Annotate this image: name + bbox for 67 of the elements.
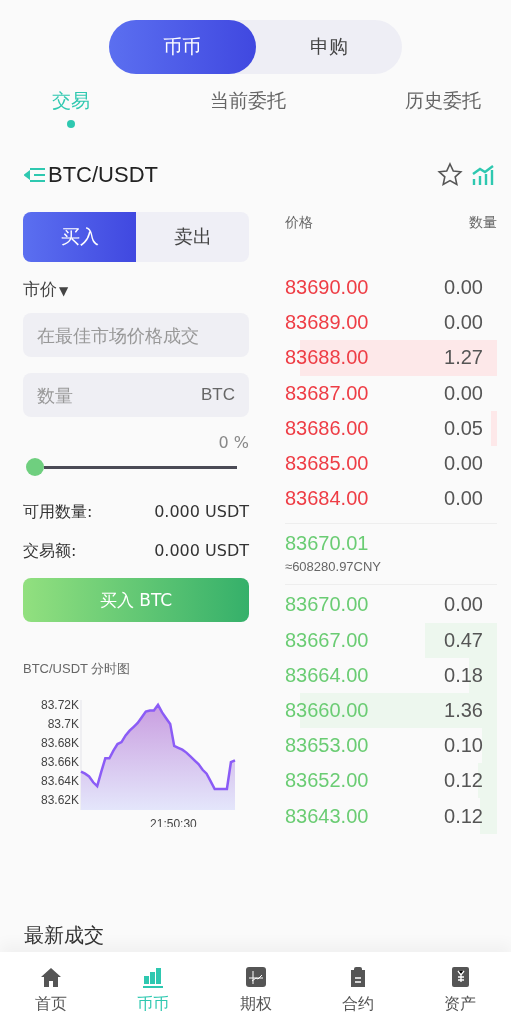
- bid-price: 83670.00: [285, 593, 369, 617]
- slider-thumb[interactable]: [26, 458, 44, 476]
- y-tick-label: 83.72K: [40, 697, 79, 712]
- y-tick-label: 83.66K: [40, 755, 79, 770]
- bid-price: 83643.00: [285, 804, 369, 828]
- active-dot: [67, 120, 75, 128]
- bid-amount: 0.10: [444, 734, 484, 758]
- bid-amount: 0.12: [444, 804, 484, 828]
- unit-label: BTC: [201, 385, 235, 405]
- info-value: 0.000 USDT: [154, 502, 249, 523]
- side-tab[interactable]: 卖出: [136, 212, 249, 262]
- ask-price: 83686.00: [285, 416, 369, 440]
- bar-chart-icon[interactable]: [471, 164, 495, 186]
- tab[interactable]: 当前委托: [209, 86, 286, 114]
- bid-price: 83667.00: [285, 628, 369, 652]
- slider-reading: 0 %: [218, 433, 249, 452]
- pair-title: BTC/USDT: [48, 162, 158, 188]
- ask-price: 83685.00: [285, 452, 369, 476]
- tab-bar-item[interactable]: 资产: [408, 952, 511, 1024]
- bid-price: 83660.00: [285, 698, 369, 722]
- ask-amount: 0.00: [444, 311, 484, 335]
- bid-price: 83652.00: [285, 769, 369, 793]
- y-tick-label: 83.7K: [47, 716, 79, 731]
- section-title: 最新成交: [24, 922, 104, 949]
- house-icon: [40, 966, 63, 988]
- tab-bar-item[interactable]: 合约: [306, 952, 409, 1024]
- order-type-dropdown[interactable]: 市价▼: [23, 278, 69, 301]
- bar-chart-icon: [142, 966, 165, 988]
- info-value: 0.000 USDT: [154, 541, 249, 562]
- y-tick-label: 83.64K: [40, 774, 79, 789]
- info-label: 可用数量:: [23, 502, 93, 523]
- y-tick-label: 83.62K: [40, 793, 79, 808]
- ask-price: 83688.00: [285, 346, 369, 370]
- ask-amount: 0.00: [444, 381, 484, 405]
- side-tab[interactable]: 买入: [23, 212, 136, 262]
- bid-amount: 0.00: [444, 593, 484, 617]
- ask-amount: 0.00: [444, 452, 484, 476]
- chart-icon: [244, 966, 267, 988]
- bid-amount: 0.12: [444, 769, 484, 793]
- last-price: 83670.01: [285, 532, 370, 556]
- mode-tab[interactable]: 币币: [109, 20, 256, 74]
- ask-amount: 0.05: [444, 416, 484, 440]
- last-price-cny: ≈608280.97CNY: [285, 559, 383, 575]
- bid-amount: 0.47: [444, 628, 484, 652]
- ask-amount: 0.00: [444, 487, 484, 511]
- ask-amount: 0.00: [444, 276, 484, 300]
- mode-tab[interactable]: 申购: [255, 20, 402, 74]
- star-icon[interactable]: [437, 162, 463, 188]
- ask-amount: 1.27: [444, 346, 484, 370]
- ask-price: 83689.00: [285, 311, 369, 335]
- info-label: 交易额:: [23, 541, 77, 562]
- bid-price: 83664.00: [285, 663, 369, 687]
- tab-bar-item[interactable]: 期权: [204, 952, 307, 1024]
- column-header: 价格: [285, 214, 313, 232]
- chart-title: BTC/USDT 分时图: [23, 660, 132, 678]
- bid-price: 83653.00: [285, 734, 369, 758]
- bid-amount: 0.18: [444, 663, 484, 687]
- ask-price: 83684.00: [285, 487, 369, 511]
- price-field[interactable]: 在最佳市场价格成交: [23, 313, 249, 357]
- menu-icon[interactable]: [24, 167, 46, 183]
- ask-price: 83690.00: [285, 276, 369, 300]
- y-tick-label: 83.68K: [40, 736, 79, 751]
- tab-bar-item[interactable]: 首页: [0, 952, 103, 1024]
- tab[interactable]: 历史委托: [405, 86, 481, 114]
- bid-amount: 1.36: [444, 698, 484, 722]
- ask-price: 83687.00: [285, 381, 369, 405]
- column-header: 数量: [469, 214, 497, 232]
